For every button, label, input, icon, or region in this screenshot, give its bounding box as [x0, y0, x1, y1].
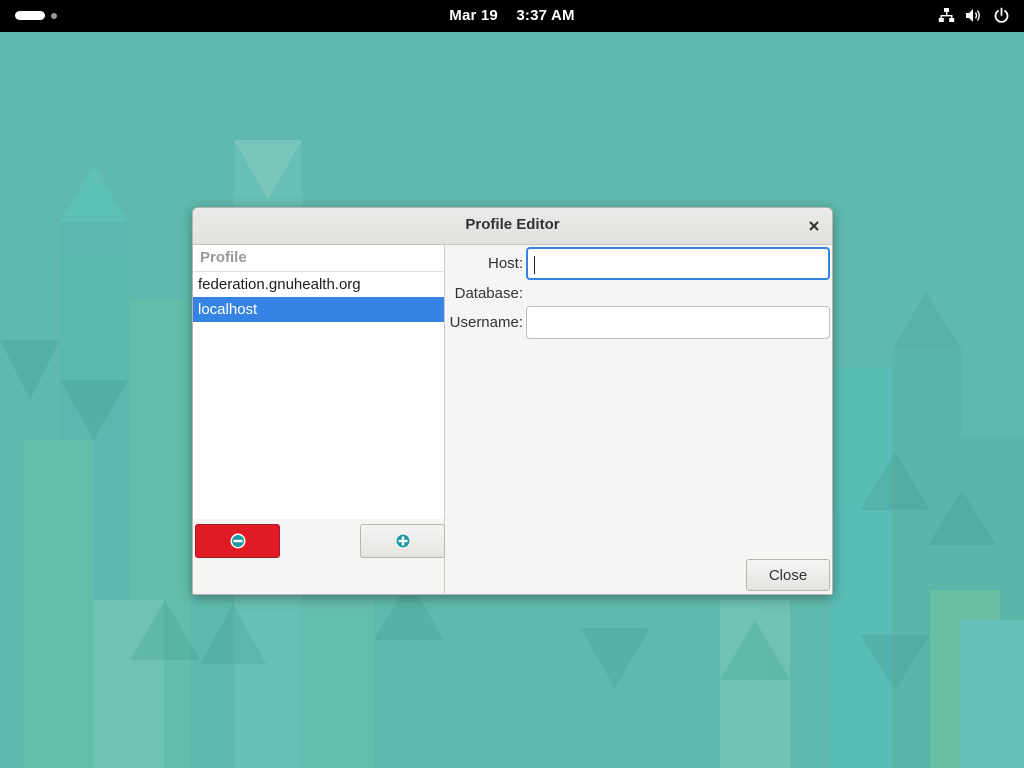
- system-tray[interactable]: [938, 7, 1010, 24]
- profile-editor-dialog: Profile Editor Profile federation.gnuhea…: [192, 207, 833, 595]
- list-item[interactable]: localhost: [193, 297, 444, 322]
- profile-column-header[interactable]: Profile: [193, 245, 444, 272]
- clock[interactable]: Mar 19 3:37 AM: [0, 0, 1024, 32]
- power-icon[interactable]: [993, 7, 1010, 24]
- network-icon[interactable]: [938, 7, 955, 24]
- database-label: Database:: [454, 285, 523, 302]
- text-caret: [534, 256, 535, 274]
- username-label: Username:: [449, 314, 523, 331]
- plus-circle-icon: [395, 533, 410, 549]
- close-button[interactable]: Close: [746, 559, 830, 591]
- add-profile-button[interactable]: [360, 524, 445, 558]
- remove-profile-button[interactable]: [195, 524, 280, 558]
- list-item[interactable]: federation.gnuhealth.org: [193, 272, 444, 297]
- username-input[interactable]: [526, 306, 830, 339]
- profile-list[interactable]: Profile federation.gnuhealth.org localho…: [193, 245, 444, 519]
- host-input[interactable]: [526, 247, 830, 280]
- close-icon[interactable]: [804, 216, 824, 236]
- volume-icon[interactable]: [965, 7, 983, 24]
- profile-pane: Profile federation.gnuhealth.org localho…: [193, 245, 445, 594]
- clock-time: 3:37 AM: [516, 7, 575, 24]
- dialog-title: Profile Editor: [465, 216, 560, 233]
- host-label: Host:: [487, 255, 523, 272]
- minus-circle-icon: [230, 533, 245, 549]
- clock-date: Mar 19: [449, 7, 498, 24]
- top-bar: Mar 19 3:37 AM: [0, 0, 1024, 32]
- dialog-titlebar[interactable]: Profile Editor: [193, 208, 832, 245]
